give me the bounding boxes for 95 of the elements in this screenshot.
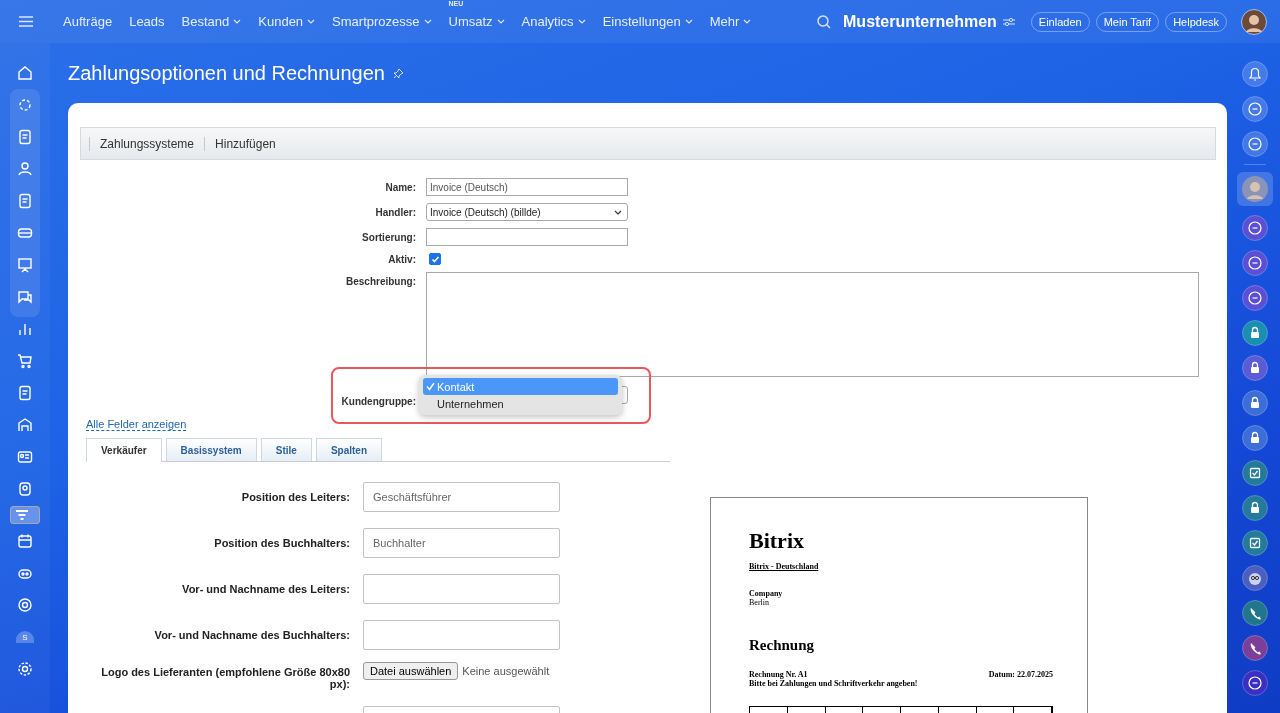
text-input[interactable] (363, 620, 560, 650)
nav-menu-item[interactable]: Aufträge (63, 14, 113, 29)
handler-select[interactable]: Invoice (Deutsch) (billde) (426, 203, 628, 221)
description-textarea[interactable] (426, 272, 1199, 377)
invoice-subtitle: Bitrix - Deutschland (749, 562, 820, 571)
active-checkbox[interactable] (429, 253, 441, 265)
invoice-heading: Rechnung (749, 637, 816, 654)
tab[interactable]: Basissystem (165, 438, 257, 461)
lock-icon[interactable] (1242, 390, 1268, 416)
phone-icon[interactable] (1242, 600, 1268, 626)
sliders-icon[interactable] (1002, 16, 1015, 27)
invoice-recipient: Company (749, 589, 784, 598)
tab[interactable]: Verkäufer (86, 438, 162, 462)
file-status: Keine ausgewählt (462, 665, 550, 677)
sidebar-item[interactable] (10, 506, 40, 524)
lock-icon[interactable] (1242, 495, 1268, 521)
user-avatar[interactable] (1241, 8, 1267, 35)
circle-dots-icon[interactable] (17, 97, 33, 113)
user-initial: S (16, 631, 34, 643)
search-icon[interactable] (817, 14, 832, 29)
page-title: Zahlungsoptionen und Rechnungen (68, 61, 385, 85)
presentation-icon[interactable] (17, 257, 33, 273)
lock-icon[interactable] (1242, 320, 1268, 346)
show-all-fields-link[interactable]: Alle Felder anzeigen (86, 418, 187, 431)
lock-icon[interactable] (1242, 355, 1268, 381)
text-input[interactable]: Geschäftsführer (363, 482, 560, 512)
document-icon[interactable] (17, 193, 33, 209)
dropdown-option[interactable]: Kontakt (423, 378, 618, 395)
field-label: Vor- und Nachname des Leiters: (181, 583, 350, 595)
id-card-icon[interactable] (17, 449, 33, 465)
field-label: Position des Buchhalters: (213, 537, 350, 549)
menu-icon[interactable] (19, 16, 33, 27)
tab[interactable]: Spalten (315, 438, 382, 461)
text-input[interactable] (363, 574, 560, 604)
invoice-city: Berlin (749, 598, 770, 607)
sort-input[interactable] (426, 228, 628, 246)
device-icon[interactable] (17, 481, 33, 497)
check-icon (425, 382, 435, 391)
settings-icon[interactable] (17, 661, 33, 677)
dropdown-option[interactable]: Unternehmen (423, 395, 618, 412)
invoice-note: Bitte bei Zahlungen und Schriftverkehr angeben! (749, 679, 919, 688)
channel-icon[interactable] (1242, 250, 1268, 276)
chat-icon[interactable] (1242, 131, 1268, 157)
calendar-icon[interactable] (17, 533, 33, 549)
invoice-date: Datum: 22.07.2025 (988, 670, 1053, 679)
nav-menu-item[interactable]: Mehr (709, 14, 752, 29)
phone-icon[interactable] (1242, 635, 1268, 661)
field-label: Handler: (374, 206, 416, 218)
user-avatar[interactable] (1242, 176, 1268, 202)
text-input[interactable]: Buchhalter (363, 528, 560, 558)
nav-menu-item[interactable]: Smartprozesse (332, 14, 432, 29)
checkbox-icon[interactable] (1242, 460, 1268, 486)
tab[interactable]: Stile (260, 438, 312, 461)
chat-icon[interactable] (17, 289, 33, 305)
pin-icon[interactable] (392, 67, 404, 79)
nav-menu-item[interactable]: Bestand (181, 14, 242, 29)
caret-icon[interactable] (614, 209, 622, 215)
field-label: Aktiv: (387, 253, 416, 265)
sidebar-item[interactable]: S (10, 622, 40, 652)
channel-icon[interactable] (1242, 670, 1268, 696)
people-icon[interactable] (17, 161, 33, 177)
nav-menu-item[interactable]: Analytics (521, 14, 586, 29)
newspaper-icon[interactable] (17, 129, 33, 145)
company-name[interactable]: Musterunternehmen (843, 12, 997, 31)
invoice-company: Bitrix (749, 528, 805, 554)
field-label: Kundengruppe: (340, 394, 416, 407)
field-label: Vor- und Nachname des Buchhalters: (153, 629, 350, 641)
channel-icon[interactable] (1242, 215, 1268, 241)
edit-document-icon[interactable] (17, 385, 33, 401)
invoice-number: Rechnung Nr. A1 (749, 670, 808, 679)
lock-icon[interactable] (1242, 425, 1268, 451)
bell-icon[interactable] (1242, 61, 1268, 87)
bot-avatar[interactable] (1242, 565, 1268, 591)
target-icon[interactable] (17, 597, 33, 613)
checkbox-icon[interactable] (1242, 530, 1268, 556)
nav-menu-item[interactable]: Leads (129, 14, 165, 29)
channel-icon[interactable] (1242, 96, 1268, 122)
field-label: Beschreibung: (345, 275, 416, 287)
toolbar-item[interactable]: Zahlungssysteme (89, 136, 205, 151)
filter-icon[interactable] (14, 507, 30, 523)
channel-icon[interactable] (1242, 285, 1268, 311)
field-label: Sortierung: (361, 231, 416, 243)
home-icon[interactable] (17, 65, 33, 81)
field-label: Name: (384, 181, 416, 193)
nav-menu-item[interactable]: Einstellungen (602, 14, 693, 29)
bar-chart-icon[interactable] (17, 321, 33, 337)
drawer-icon[interactable] (17, 225, 33, 241)
nav-menu-item[interactable]: Kunden (258, 14, 316, 29)
choose-file-button[interactable]: Datei auswählen (363, 662, 459, 680)
name-input[interactable]: Invoice (Deutsch) (426, 178, 628, 196)
toolbar-item[interactable]: Hinzufügen (204, 136, 286, 151)
cart-icon[interactable] (17, 353, 33, 369)
garage-icon[interactable] (17, 417, 33, 433)
field-label: Logo des Lieferanten (empfohlene Größe 80x80 px): (100, 666, 350, 690)
field-label: Position des Leiters: (240, 491, 350, 503)
